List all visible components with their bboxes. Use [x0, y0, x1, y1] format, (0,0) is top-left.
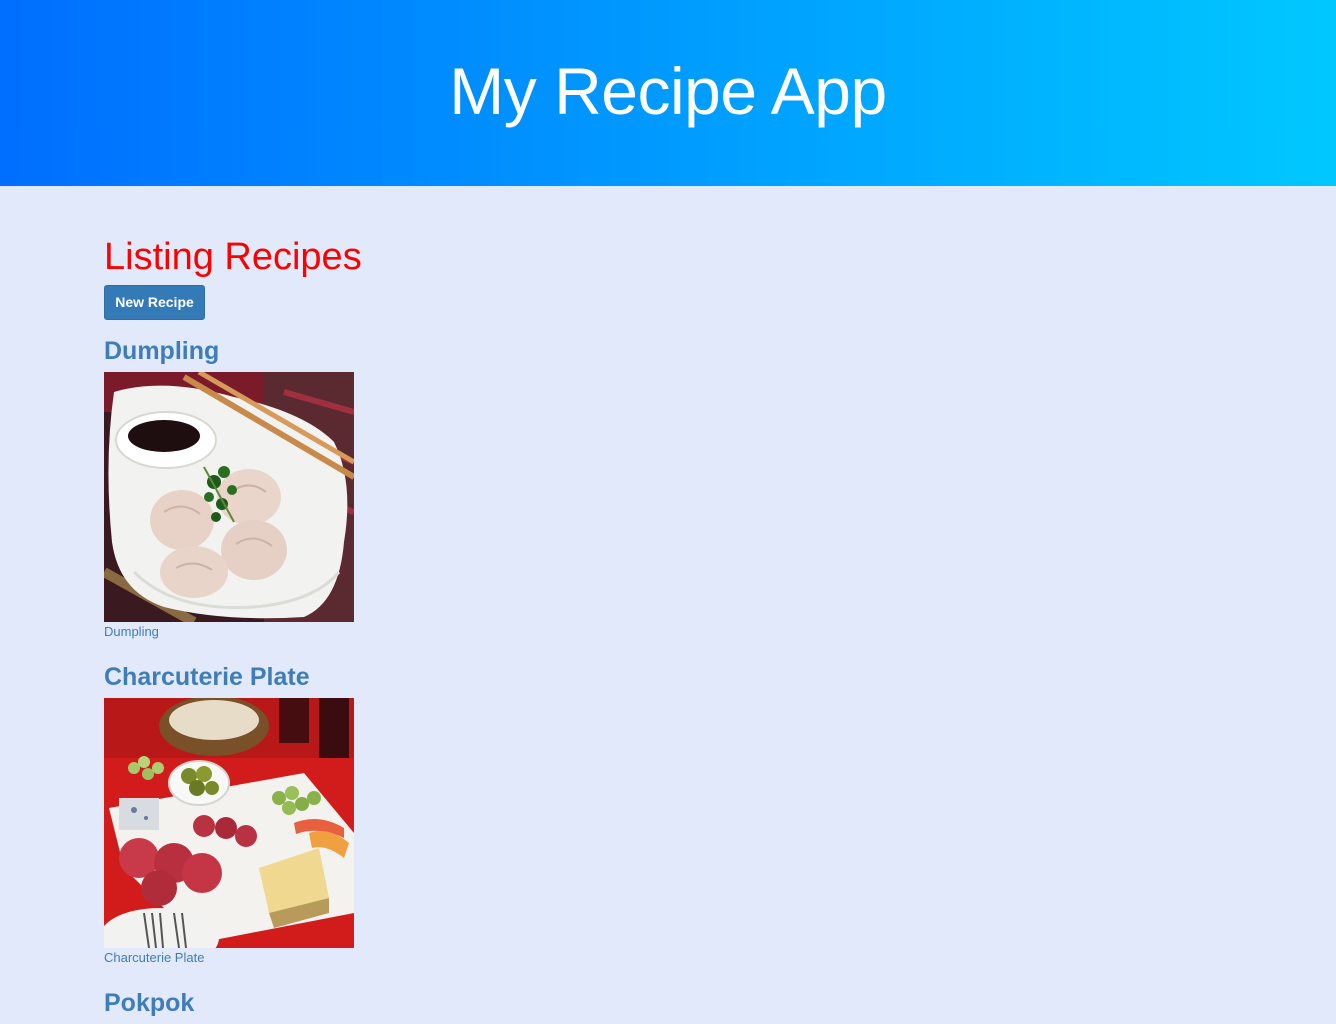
recipe-item: Dumpling Dumpling — [104, 336, 1204, 642]
recipe-title-link[interactable]: Pokpok — [104, 988, 1204, 1018]
recipe-item: Pokpok — [104, 988, 1204, 1018]
recipe-title-link[interactable]: Charcuterie Plate — [104, 662, 1204, 692]
recipe-image[interactable] — [104, 372, 354, 622]
main-content: Listing Recipes New Recipe Dumpling Dump… — [104, 236, 1204, 1018]
recipe-caption-link[interactable]: Dumpling — [104, 622, 1204, 642]
page-title: Listing Recipes — [104, 236, 362, 278]
recipe-image[interactable] — [104, 698, 354, 948]
app-title: My Recipe App — [449, 54, 887, 128]
recipe-caption-link[interactable]: Charcuterie Plate — [104, 948, 1204, 968]
new-recipe-button[interactable]: New Recipe — [104, 285, 205, 320]
recipe-item: Charcuterie Plate Charcuterie Plate — [104, 662, 1204, 968]
app-header: My Recipe App — [0, 0, 1336, 186]
recipe-title-link[interactable]: Dumpling — [104, 336, 1204, 366]
